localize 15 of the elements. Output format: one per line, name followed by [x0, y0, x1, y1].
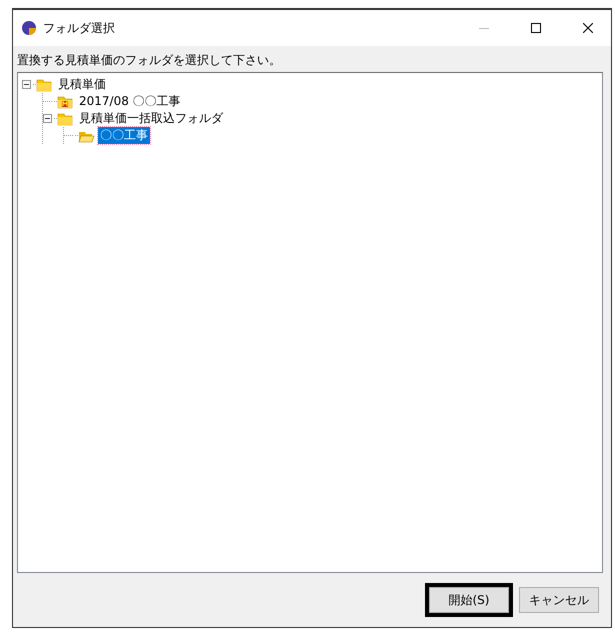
tree-item[interactable]: 〇〇工事: [98, 127, 150, 144]
maximize-icon[interactable]: [531, 23, 541, 33]
close-icon[interactable]: [583, 23, 593, 33]
cancel-button[interactable]: キャンセル: [519, 587, 599, 613]
folder-icon: [57, 94, 74, 109]
folder-icon: [36, 77, 53, 92]
tree-item[interactable]: 2017/08 〇〇工事: [77, 93, 183, 110]
tree-item[interactable]: 見積単価一括取込フォルダ: [77, 110, 225, 127]
folder-icon: [57, 111, 74, 126]
collapse-toggle[interactable]: [43, 114, 52, 123]
tree-item[interactable]: 見積単価: [56, 76, 108, 93]
instruction-text: 置換する見積単価のフォルダを選択して下さい。: [16, 52, 282, 69]
window-title: フォルダ選択: [43, 20, 116, 36]
collapse-toggle[interactable]: [22, 80, 31, 89]
app-icon: [21, 20, 37, 36]
